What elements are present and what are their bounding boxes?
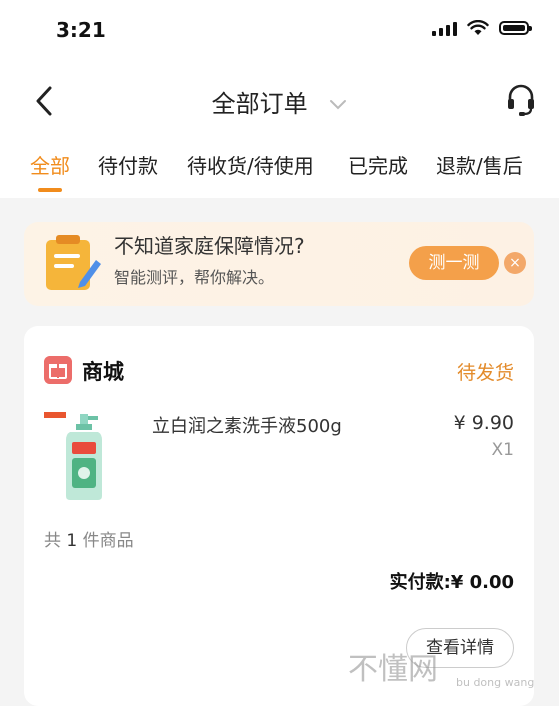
item-count-suffix: 件商品 [82,531,134,551]
chevron-down-icon [330,100,347,110]
paid-amount: 实付款:¥ 0.00 [389,572,514,593]
battery-icon [499,21,532,35]
tab-completed[interactable]: 已完成 [348,150,408,179]
item-count-value: 1 [66,531,78,551]
banner-subtitle: 智能测评，帮你解决。 [114,268,275,287]
item-count-prefix: 共 [44,531,61,551]
item-count: 共 1 件商品 [44,526,134,551]
header-area: 3:21 全部订单 全部 待付款 待收货/待使用 已完成 退款/售后 [0,0,559,198]
product-quantity: X1 [491,440,514,460]
wifi-icon [467,20,489,35]
site-watermark-sub: bu dong wang [456,676,535,689]
product-price: ¥ 9.90 [453,412,514,434]
active-tab-indicator [38,188,62,192]
banner-close-icon[interactable]: × [504,252,526,274]
tab-pending-receipt[interactable]: 待收货/待使用 [187,150,314,179]
hand-soap-bottle-icon [42,408,122,504]
tab-pending-payment[interactable]: 待付款 [98,150,158,179]
order-tabs: 全部 待付款 待收货/待使用 已完成 退款/售后 [0,150,559,190]
banner-title: 不知道家庭保障情况? [114,234,305,258]
tab-all[interactable]: 全部 [30,150,70,179]
product-name: 立白润之素洗手液500g [152,416,342,437]
cellular-signal-icon [432,20,457,36]
mall-gift-icon [44,356,72,384]
test-now-button[interactable]: 测一测 [409,246,499,280]
order-status: 待发货 [456,362,514,384]
status-icons [432,20,532,36]
tab-refund-aftersale[interactable]: 退款/售后 [436,150,523,179]
page-title[interactable]: 全部订单 [0,84,559,119]
order-card[interactable]: 商城 待发货 立白润之素洗手液500g ¥ 9.90 X1 共 1 件商品 实付… [24,326,534,706]
store-name: 商城 [82,360,124,384]
checklist-pencil-icon [46,235,101,290]
site-watermark: 不懂网 [348,652,438,687]
page-title-label: 全部订单 [211,90,308,118]
status-time: 3:21 [56,18,106,42]
family-protection-banner[interactable]: 不知道家庭保障情况? 智能测评，帮你解决。 测一测 × [24,222,534,306]
customer-service-headset-icon[interactable] [505,82,537,118]
